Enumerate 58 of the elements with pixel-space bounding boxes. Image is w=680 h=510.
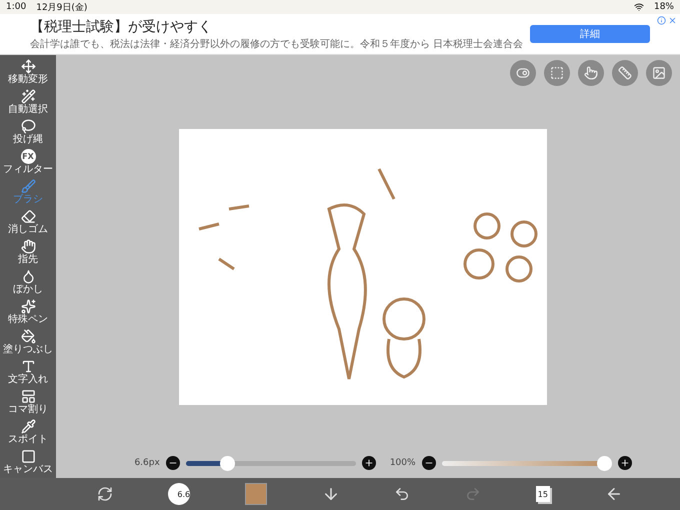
tool-icon: [20, 239, 36, 254]
tool-item[interactable]: 消しゴム: [0, 207, 56, 237]
layers-button[interactable]: 15: [536, 486, 550, 502]
wifi-icon: [634, 2, 644, 12]
close-icon[interactable]: [668, 16, 677, 25]
tool-icon: [20, 449, 36, 464]
tool-icon: [20, 59, 36, 74]
plus-button[interactable]: [362, 456, 376, 470]
date: 12月9日(金): [36, 2, 88, 14]
tool-icon: [20, 299, 36, 314]
ad-title: 【税理士試験】が受けやすく: [30, 18, 213, 36]
minus-button[interactable]: [422, 456, 436, 470]
tool-icon: [20, 209, 36, 224]
toggle-icon[interactable]: [510, 60, 536, 86]
filter-icon: FX: [20, 149, 36, 164]
tool-item[interactable]: 特殊ペン: [0, 297, 56, 327]
plus-icon: [620, 458, 630, 468]
brush-button[interactable]: 6.6: [168, 483, 190, 505]
undo-icon[interactable]: [394, 486, 410, 502]
battery-percent: 18%: [654, 2, 674, 12]
tool-item[interactable]: 指先: [0, 237, 56, 267]
ad-text: 会計学は誰でも、税法は法律・経済分野以外の履修の方でも受験可能に。令和５年度から 日本税理士会連合会: [30, 38, 524, 50]
tool-icon: [20, 389, 36, 404]
color-swatch[interactable]: [244, 483, 267, 505]
tool-item[interactable]: コマ割り: [0, 387, 56, 417]
tool-item[interactable]: 移動変形: [0, 57, 56, 87]
tool-item[interactable]: 投げ縄: [0, 117, 56, 147]
transform-icon[interactable]: [97, 486, 114, 502]
image-icon[interactable]: [646, 60, 672, 86]
ruler-icon[interactable]: [612, 60, 638, 86]
opacity-slider[interactable]: [442, 456, 612, 470]
time: 1:00: [6, 2, 26, 12]
pointer-icon[interactable]: [578, 60, 604, 86]
plus-icon: [364, 458, 374, 468]
tool-item[interactable]: スポイト: [0, 417, 56, 447]
minus-button[interactable]: [166, 456, 180, 470]
info-icon[interactable]: [657, 16, 666, 25]
tool-item[interactable]: 塗りつぶし: [0, 327, 56, 357]
ad-details-button[interactable]: 詳細: [530, 25, 650, 43]
tool-icon: [20, 89, 36, 104]
tool-icon: [20, 119, 36, 134]
tool-icon: [20, 329, 36, 344]
tool-item[interactable]: キャンバス: [0, 447, 56, 477]
tool-icon: [20, 179, 36, 194]
tool-item[interactable]: 文字入れ: [0, 357, 56, 387]
tool-icon: [20, 419, 36, 434]
plus-button[interactable]: [618, 456, 632, 470]
slider-thumb[interactable]: [220, 456, 235, 470]
tool-icon: [20, 359, 36, 374]
tool-item[interactable]: 自動選択: [0, 87, 56, 117]
slider-thumb[interactable]: [596, 456, 612, 470]
tool-item[interactable]: FX フィルター: [0, 147, 56, 177]
tool-item[interactable]: ぼかし: [0, 267, 56, 297]
tool-icon: [20, 269, 36, 284]
slider-reading: 100%: [390, 458, 416, 468]
slider-reading: 6.6px: [134, 458, 160, 468]
selection-icon[interactable]: [544, 60, 570, 86]
brush-size-slider[interactable]: [186, 456, 356, 470]
